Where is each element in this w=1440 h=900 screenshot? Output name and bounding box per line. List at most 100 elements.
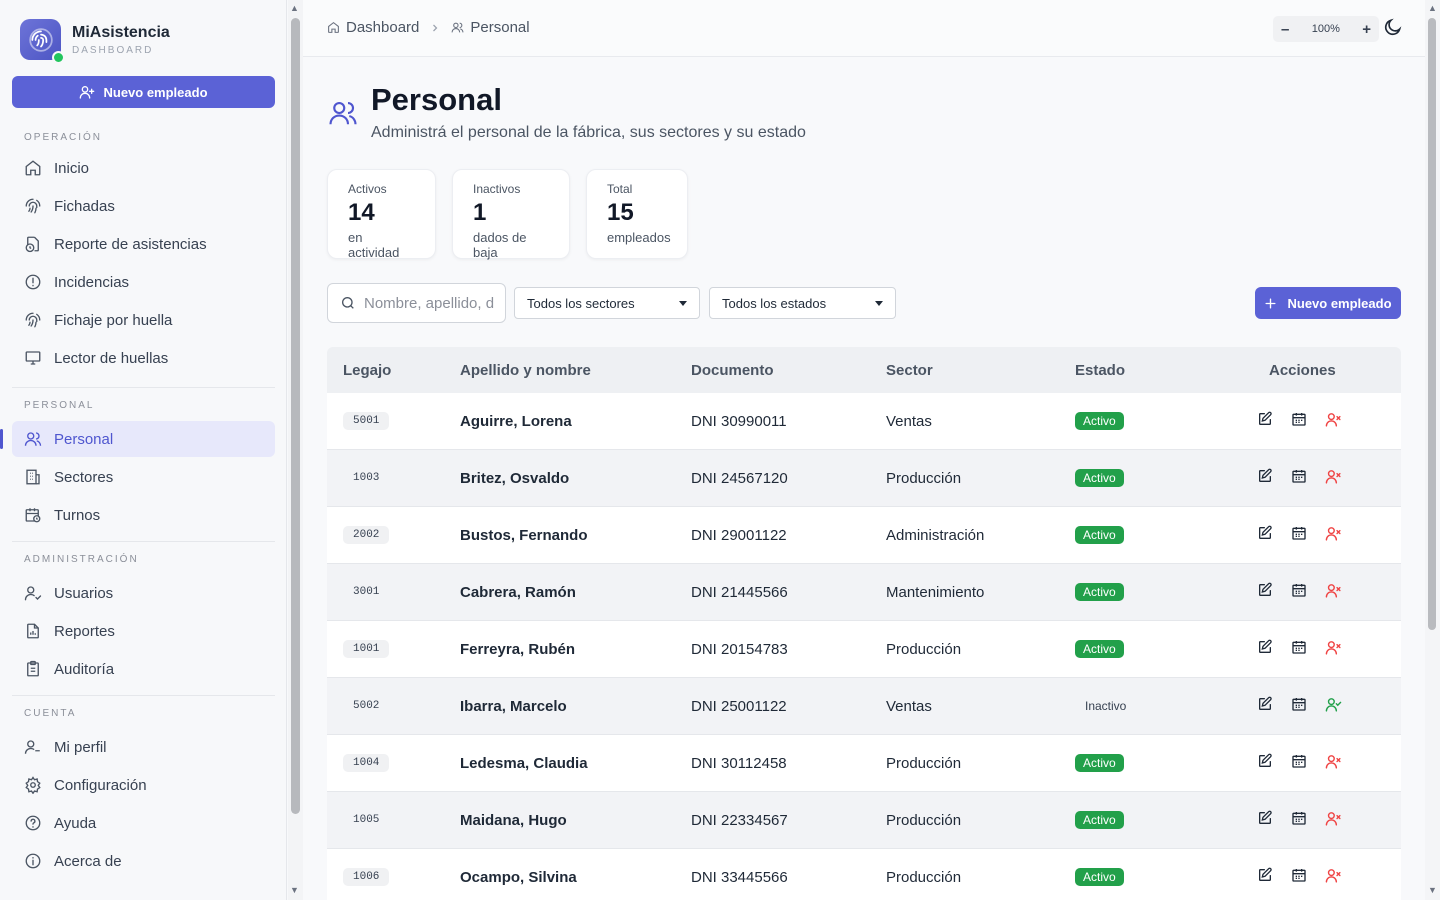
table-row[interactable]: 5001 Aguirre, Lorena DNI 30990011 Ventas Act… [327, 393, 1401, 450]
zoom-out-button[interactable]: – [1281, 21, 1289, 38]
sector-cell: Producción [886, 811, 962, 829]
edit-icon[interactable] [1257, 582, 1273, 602]
status-badge: Activo [1075, 811, 1124, 829]
document-cell: DNI 22334567 [691, 811, 788, 829]
help-circle-icon [24, 814, 42, 832]
sidebar-item-reporte-asistencias[interactable]: Reporte de asistencias [12, 226, 275, 262]
brand[interactable]: MiAsistencia DASHBOARD [20, 19, 170, 64]
user-x-icon[interactable] [1325, 468, 1342, 489]
new-employee-button[interactable]: Nuevo empleado [1255, 287, 1401, 319]
main-scrollbar-thumb[interactable] [1428, 18, 1436, 630]
table-row[interactable]: 1006 Ocampo, Silvina DNI 33445566 Producció… [327, 849, 1401, 900]
search-input[interactable] [364, 294, 494, 312]
sidebar-item-label: Sectores [54, 468, 114, 486]
scroll-up-arrow-icon[interactable]: ▲ [290, 3, 299, 13]
calendar-icon[interactable] [1291, 639, 1307, 659]
sidebar-item-reportes[interactable]: Reportes [12, 613, 275, 649]
document-cell: DNI 25001122 [691, 697, 787, 715]
user-x-icon[interactable] [1325, 582, 1342, 603]
sidebar-item-auditoria[interactable]: Auditoría [12, 651, 275, 687]
moon-icon[interactable] [1383, 17, 1405, 39]
nav-section-title: CUENTA [24, 708, 77, 719]
legajo-cell: 3001 [353, 586, 380, 598]
table-row[interactable]: 1005 Maidana, Hugo DNI 22334567 Producción A… [327, 792, 1401, 849]
table-header: Legajo Apellido y nombre Documento Secto… [327, 347, 1401, 393]
estado-select[interactable]: Todos los estados [709, 287, 896, 319]
scroll-down-arrow-icon[interactable]: ▼ [1428, 885, 1437, 895]
stat-value: 14 [348, 199, 375, 226]
employee-name: Bustos, Fernando [460, 526, 588, 544]
info-icon [24, 852, 42, 870]
calendar-clock-icon [24, 506, 42, 524]
user-x-icon[interactable] [1325, 867, 1342, 888]
calendar-icon[interactable] [1291, 582, 1307, 602]
edit-icon[interactable] [1257, 696, 1273, 716]
column-header-estado[interactable]: Estado [1075, 362, 1125, 379]
stat-label: Activos [348, 182, 387, 196]
table-row[interactable]: 1003 Britez, Osvaldo DNI 24567120 Producció… [327, 450, 1401, 507]
column-header-nombre[interactable]: Apellido y nombre [460, 362, 591, 379]
user-check-icon[interactable] [1325, 696, 1342, 717]
table-row[interactable]: 1004 Ledesma, Claudia DNI 30112458 Producci… [327, 735, 1401, 792]
sidebar-item-ayuda[interactable]: Ayuda [12, 805, 275, 841]
gear-icon [24, 776, 42, 794]
sidebar-item-turnos[interactable]: Turnos [12, 497, 275, 533]
table-row[interactable]: 3001 Cabrera, Ramón DNI 21445566 Mantenimie… [327, 564, 1401, 621]
edit-icon[interactable] [1257, 753, 1273, 773]
user-x-icon[interactable] [1325, 810, 1342, 831]
calendar-icon[interactable] [1291, 696, 1307, 716]
scroll-down-arrow-icon[interactable]: ▼ [290, 885, 299, 895]
table-row[interactable]: 2002 Bustos, Fernando DNI 29001122 Administ… [327, 507, 1401, 564]
calendar-icon[interactable] [1291, 468, 1307, 488]
sidebar-item-lector-huellas[interactable]: Lector de huellas [12, 340, 275, 376]
stat-desc: dados de baja [473, 230, 527, 260]
column-header-sector[interactable]: Sector [886, 362, 933, 379]
sidebar-item-fichadas[interactable]: Fichadas [12, 188, 275, 224]
edit-icon[interactable] [1257, 411, 1273, 431]
status-badge: Activo [1075, 469, 1124, 487]
sidebar-new-employee-button[interactable]: Nuevo empleado [12, 76, 275, 108]
user-x-icon[interactable] [1325, 753, 1342, 774]
zoom-in-button[interactable]: + [1362, 21, 1371, 38]
table-row[interactable]: 5002 Ibarra, Marcelo DNI 25001122 Ventas Ina… [327, 678, 1401, 735]
nav-divider [12, 387, 275, 388]
document-cell: DNI 24567120 [691, 469, 788, 487]
status-badge: Activo [1075, 583, 1124, 601]
sidebar-item-sectores[interactable]: Sectores [12, 459, 275, 495]
edit-icon[interactable] [1257, 810, 1273, 830]
scroll-up-arrow-icon[interactable]: ▲ [1428, 3, 1437, 13]
table-row[interactable]: 1001 Ferreyra, Rubén DNI 20154783 Producció… [327, 621, 1401, 678]
calendar-icon[interactable] [1291, 411, 1307, 431]
breadcrumb-dashboard[interactable]: Dashboard [346, 19, 419, 36]
sidebar-item-configuracion[interactable]: Configuración [12, 767, 275, 803]
employee-name: Aguirre, Lorena [460, 412, 572, 430]
edit-icon[interactable] [1257, 468, 1273, 488]
edit-icon[interactable] [1257, 639, 1273, 659]
calendar-icon[interactable] [1291, 867, 1307, 887]
sidebar-item-mi-perfil[interactable]: Mi perfil [12, 729, 275, 765]
sidebar-item-incidencias[interactable]: Incidencias [12, 264, 275, 300]
sidebar-item-fichaje-huella[interactable]: Fichaje por huella [12, 302, 275, 338]
sidebar-item-personal[interactable]: Personal [0, 421, 275, 457]
user-x-icon[interactable] [1325, 525, 1342, 546]
sidebar-scrollbar-thumb[interactable] [291, 18, 300, 814]
sector-select[interactable]: Todos los sectores [514, 287, 700, 319]
users-icon [24, 430, 42, 448]
calendar-icon[interactable] [1291, 810, 1307, 830]
column-header-legajo[interactable]: Legajo [343, 362, 391, 379]
calendar-icon[interactable] [1291, 753, 1307, 773]
sidebar-item-acerca-de[interactable]: Acerca de [12, 843, 275, 879]
sidebar-item-label: Personal [54, 430, 114, 448]
column-header-documento[interactable]: Documento [691, 362, 774, 379]
nav-section-cuenta: CUENTA Mi perfil Configuración Ayuda Ace… [12, 708, 275, 879]
user-x-icon[interactable] [1325, 639, 1342, 660]
stat-desc: empleados [607, 230, 671, 245]
sidebar-item-inicio[interactable]: Inicio [12, 150, 275, 186]
legajo-cell: 1006 [343, 868, 390, 886]
sidebar: MiAsistencia DASHBOARD Nuevo empleado OP… [0, 0, 287, 900]
user-x-icon[interactable] [1325, 411, 1342, 432]
edit-icon[interactable] [1257, 867, 1273, 887]
edit-icon[interactable] [1257, 525, 1273, 545]
sidebar-item-usuarios[interactable]: Usuarios [12, 575, 275, 611]
calendar-icon[interactable] [1291, 525, 1307, 545]
